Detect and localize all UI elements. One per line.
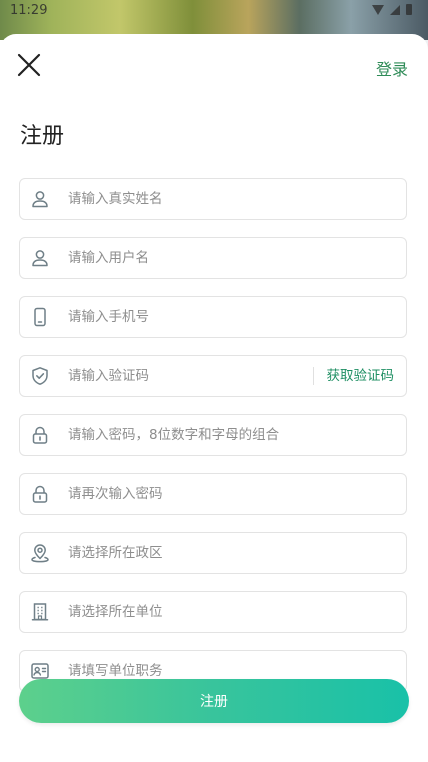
verification-code-field[interactable]: 获取验证码 (19, 355, 407, 397)
unit-select[interactable] (68, 592, 308, 632)
building-icon (31, 603, 49, 621)
username-field[interactable] (19, 237, 407, 279)
password-input[interactable] (68, 415, 388, 455)
status-icons (372, 4, 412, 15)
user-icon (32, 250, 48, 267)
battery-icon (406, 4, 412, 15)
lock-icon (32, 426, 48, 444)
real-name-input[interactable] (68, 179, 308, 219)
phone-icon (34, 307, 46, 327)
status-time: 11:29 (10, 3, 48, 18)
signal-icon (390, 4, 400, 15)
district-select[interactable] (68, 533, 308, 573)
district-select-field[interactable] (19, 532, 407, 574)
shield-check-icon (32, 367, 48, 385)
confirm-password-field[interactable] (19, 473, 407, 515)
unit-select-field[interactable] (19, 591, 407, 633)
verification-code-input[interactable] (68, 356, 308, 396)
wifi-icon (372, 4, 384, 15)
id-card-icon (31, 663, 49, 679)
register-button[interactable]: 注册 (19, 679, 409, 723)
location-pin-icon (31, 544, 49, 563)
user-icon (32, 191, 48, 208)
register-sheet: 登录 注册 获取验证码 (0, 34, 428, 762)
get-code-button[interactable]: 获取验证码 (327, 356, 395, 396)
phone-input[interactable] (68, 297, 308, 337)
phone-field[interactable] (19, 296, 407, 338)
password-field[interactable] (19, 414, 407, 456)
confirm-password-input[interactable] (68, 474, 308, 514)
username-input[interactable] (68, 238, 308, 278)
lock-icon (32, 485, 48, 503)
close-icon[interactable] (16, 52, 42, 78)
page-title: 注册 (20, 124, 65, 149)
login-link[interactable]: 登录 (376, 56, 408, 80)
real-name-field[interactable] (19, 178, 407, 220)
field-divider (313, 367, 314, 385)
